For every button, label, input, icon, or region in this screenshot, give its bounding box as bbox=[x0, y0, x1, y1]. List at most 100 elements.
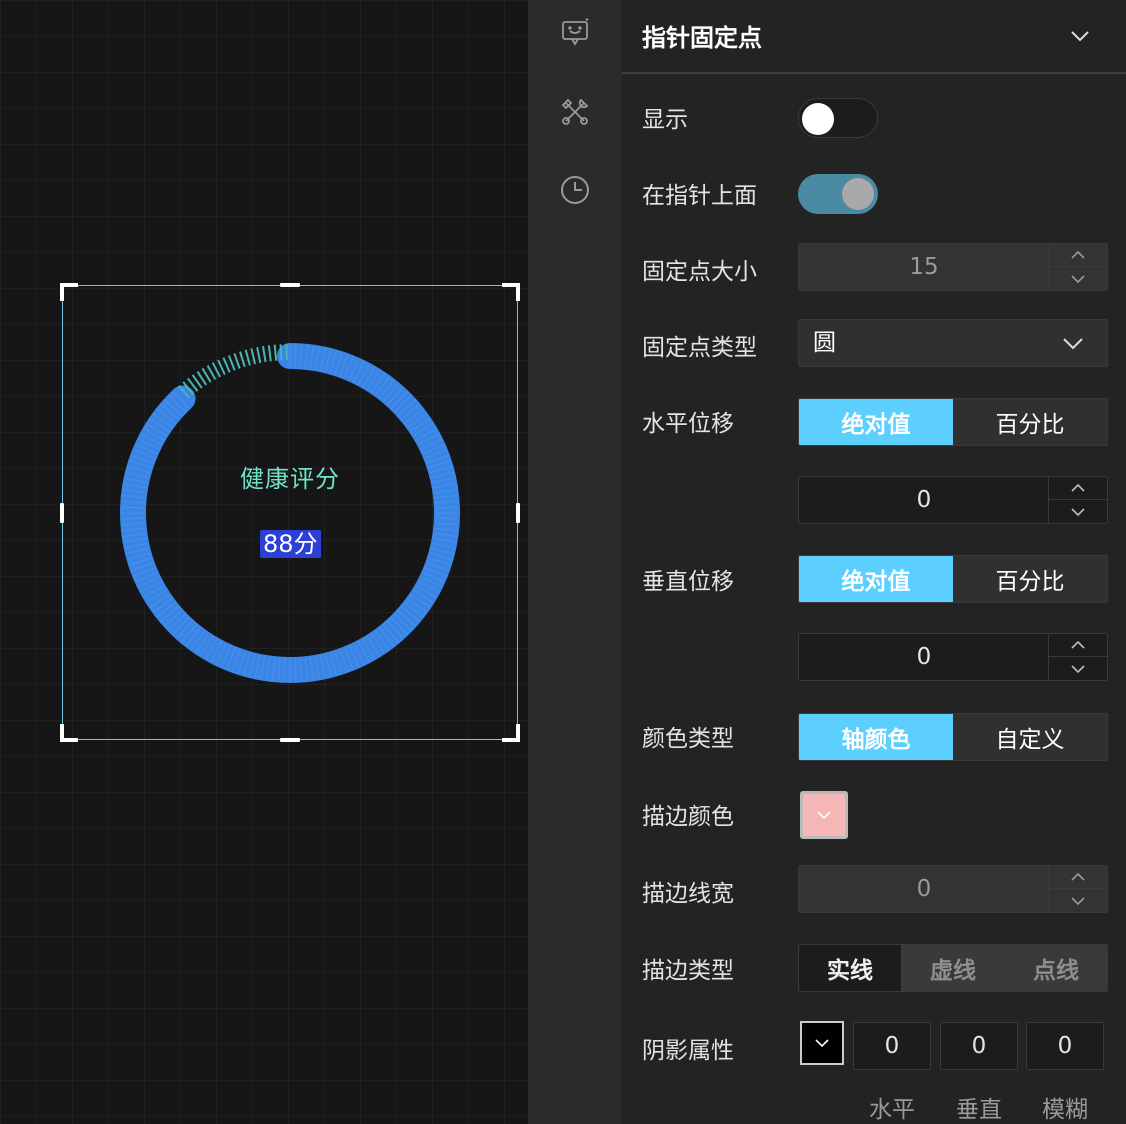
stepper-buttons bbox=[1048, 866, 1107, 912]
chevron-up-icon bbox=[1071, 872, 1085, 881]
gauge-remaining-tick bbox=[261, 346, 267, 363]
chevron-up-icon bbox=[1071, 640, 1085, 649]
h-offset-percent-option[interactable]: 百分比 bbox=[953, 399, 1107, 445]
decrement-button[interactable] bbox=[1049, 889, 1107, 912]
decrement-button[interactable] bbox=[1049, 500, 1107, 523]
type-select[interactable]: 圆 bbox=[798, 319, 1108, 367]
gauge-remaining-tick bbox=[217, 359, 226, 375]
chevron-down-icon[interactable] bbox=[1068, 24, 1092, 48]
decrement-button[interactable] bbox=[1049, 657, 1107, 680]
size-value[interactable]: 15 bbox=[799, 244, 1049, 290]
gauge-remaining-tick bbox=[227, 355, 236, 371]
history-clock-icon[interactable] bbox=[559, 174, 591, 206]
v-offset-value[interactable]: 0 bbox=[799, 634, 1049, 680]
shadow-blur-caption: 模糊 bbox=[1042, 1097, 1088, 1123]
gauge-value: 88分 bbox=[260, 530, 321, 558]
h-offset-mode-segment: 绝对值 百分比 bbox=[798, 398, 1108, 446]
gauge-remaining-tick bbox=[279, 344, 283, 361]
shadow-blur-input[interactable]: 0 bbox=[1026, 1022, 1104, 1070]
stroke-width-label: 描边线宽 bbox=[642, 881, 734, 907]
panel-header[interactable]: 指针固定点 bbox=[622, 0, 1126, 74]
stroke-type-segment: 实线 虚线 点线 bbox=[798, 944, 1108, 992]
shadow-vertical-input[interactable]: 0 bbox=[940, 1022, 1018, 1070]
chevron-down-icon bbox=[1071, 896, 1085, 905]
gauge-remaining-tick bbox=[256, 347, 262, 364]
chevron-down-icon bbox=[1063, 338, 1083, 350]
type-label: 固定点类型 bbox=[642, 335, 757, 361]
increment-button[interactable] bbox=[1049, 866, 1107, 889]
panel-title: 指针固定点 bbox=[642, 24, 762, 52]
gauge-remaining-tick bbox=[222, 357, 231, 373]
chevron-down-icon bbox=[817, 811, 831, 820]
toggle-knob bbox=[802, 103, 834, 135]
stroke-color-picker[interactable] bbox=[800, 791, 848, 839]
increment-button[interactable] bbox=[1049, 244, 1107, 267]
show-label: 显示 bbox=[642, 107, 688, 133]
show-toggle[interactable] bbox=[798, 98, 878, 138]
dashed-line-option[interactable]: 虚线 bbox=[902, 945, 1005, 991]
stepper-buttons bbox=[1048, 634, 1107, 680]
increment-button[interactable] bbox=[1049, 634, 1107, 657]
color-type-label: 颜色类型 bbox=[642, 726, 734, 752]
chevron-up-icon bbox=[1071, 250, 1085, 259]
chevron-down-icon bbox=[1071, 664, 1085, 673]
gauge-remaining-tick bbox=[233, 353, 241, 369]
shadow-color-picker[interactable] bbox=[800, 1021, 844, 1065]
side-icon-rail bbox=[528, 0, 622, 1124]
color-type-segment: 轴颜色 自定义 bbox=[798, 713, 1108, 761]
toggle-knob bbox=[842, 178, 874, 210]
stepper-buttons bbox=[1048, 477, 1107, 523]
above-pointer-toggle[interactable] bbox=[798, 174, 878, 214]
increment-button[interactable] bbox=[1049, 477, 1107, 500]
resize-handle-top[interactable] bbox=[280, 283, 300, 287]
size-label: 固定点大小 bbox=[642, 259, 757, 285]
stroke-type-label: 描边类型 bbox=[642, 958, 734, 984]
h-offset-value[interactable]: 0 bbox=[799, 477, 1049, 523]
v-offset-mode-segment: 绝对值 百分比 bbox=[798, 555, 1108, 603]
h-offset-absolute-option[interactable]: 绝对值 bbox=[799, 399, 953, 445]
resize-corner-top-right[interactable] bbox=[502, 283, 520, 301]
chevron-down-icon bbox=[1071, 274, 1085, 283]
resize-handle-bottom[interactable] bbox=[280, 738, 300, 742]
resize-handle-right[interactable] bbox=[516, 503, 520, 523]
property-panel: 指针固定点 显示 在指针上面 固定点大小 15 固定点类型 圆 水平位移 绝对值… bbox=[622, 0, 1126, 1124]
gauge-title: 健康评分 bbox=[240, 465, 340, 493]
tools-icon[interactable] bbox=[559, 96, 591, 128]
chevron-up-icon bbox=[1071, 483, 1085, 492]
custom-color-option[interactable]: 自定义 bbox=[953, 714, 1107, 760]
axis-color-option[interactable]: 轴颜色 bbox=[799, 714, 953, 760]
type-selected-value: 圆 bbox=[813, 330, 836, 356]
above-pointer-label: 在指针上面 bbox=[642, 183, 757, 209]
chat-bubble-icon[interactable] bbox=[559, 16, 591, 48]
stroke-width-stepper[interactable]: 0 bbox=[798, 865, 1108, 913]
resize-corner-bottom-right[interactable] bbox=[502, 724, 520, 742]
shadow-label: 阴影属性 bbox=[642, 1038, 734, 1064]
resize-handle-left[interactable] bbox=[60, 503, 64, 523]
chevron-down-icon bbox=[1071, 507, 1085, 516]
solid-line-option[interactable]: 实线 bbox=[799, 945, 902, 991]
gauge-remaining-tick bbox=[244, 349, 251, 366]
v-offset-stepper[interactable]: 0 bbox=[798, 633, 1108, 681]
gauge-remaining-tick bbox=[250, 348, 257, 365]
stroke-color-label: 描边颜色 bbox=[642, 804, 734, 830]
health-score-gauge bbox=[120, 343, 460, 683]
h-offset-label: 水平位移 bbox=[642, 411, 734, 437]
stroke-width-value[interactable]: 0 bbox=[799, 866, 1049, 912]
shadow-horizontal-caption: 水平 bbox=[869, 1097, 915, 1123]
chevron-down-icon bbox=[815, 1039, 829, 1048]
v-offset-absolute-option[interactable]: 绝对值 bbox=[799, 556, 953, 602]
gauge-remaining-tick bbox=[267, 345, 272, 362]
selected-widget-box[interactable]: 健康评分 88分 bbox=[60, 283, 520, 742]
shadow-vertical-caption: 垂直 bbox=[956, 1097, 1002, 1123]
resize-corner-top-left[interactable] bbox=[60, 283, 78, 301]
decrement-button[interactable] bbox=[1049, 267, 1107, 290]
h-offset-stepper[interactable]: 0 bbox=[798, 476, 1108, 524]
v-offset-label: 垂直位移 bbox=[642, 569, 734, 595]
editor-canvas[interactable]: 健康评分 88分 bbox=[0, 0, 528, 1124]
resize-corner-bottom-left[interactable] bbox=[60, 724, 78, 742]
v-offset-percent-option[interactable]: 百分比 bbox=[953, 556, 1107, 602]
size-stepper[interactable]: 15 bbox=[798, 243, 1108, 291]
gauge-progress-arc bbox=[120, 343, 460, 683]
shadow-horizontal-input[interactable]: 0 bbox=[853, 1022, 931, 1070]
dotted-line-option[interactable]: 点线 bbox=[1005, 945, 1107, 991]
